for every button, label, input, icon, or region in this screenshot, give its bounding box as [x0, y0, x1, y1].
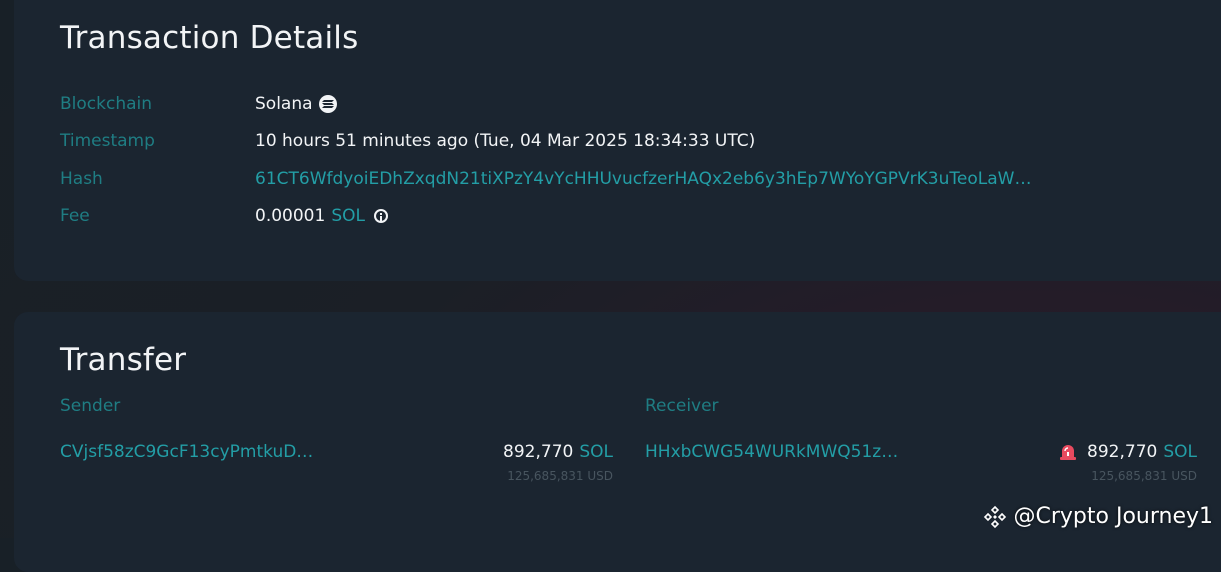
timestamp-value: 10 hours 51 minutes ago (Tue, 04 Mar 202…: [255, 131, 756, 151]
timestamp-label: Timestamp: [60, 131, 155, 151]
sender-amount: 892,770 SOL: [503, 442, 613, 462]
timestamp-row: Timestamp 10 hours 51 minutes ago (Tue, …: [60, 130, 1160, 152]
blockchain-value-wrap: Solana: [255, 93, 337, 115]
binance-logo-icon: [984, 505, 1007, 528]
alarm-siren-icon: [1059, 443, 1077, 461]
receiver-heading: Receiver: [645, 396, 719, 416]
page-title: Transaction Details: [60, 20, 359, 56]
sender-unit-link[interactable]: SOL: [579, 442, 613, 462]
fee-row: Fee 0.00001 SOL: [60, 205, 1160, 227]
transfer-card: Transfer Sender CVjsf58zC9GcF13cyPmtkuD……: [14, 312, 1221, 572]
transfer-title: Transfer: [60, 342, 187, 378]
blockchain-row: Blockchain Solana: [60, 93, 1160, 115]
receiver-usd-value: 125,685,831 USD: [1091, 469, 1197, 483]
blockchain-label: Blockchain: [60, 94, 153, 114]
fee-value-wrap: 0.00001 SOL: [255, 205, 388, 227]
hash-row: Hash 61CT6WfdyoiEDhZxqdN21tiXPzY4vYcHHUv…: [60, 168, 1160, 190]
fee-label: Fee: [60, 206, 90, 226]
receiver-address-link[interactable]: HHxbCWG54WURkMWQ51z…: [645, 442, 898, 462]
hash-label: Hash: [60, 169, 103, 189]
hash-value-wrap: 61CT6WfdyoiEDhZxqdN21tiXPzY4vYcHHUvucfze…: [255, 168, 1031, 190]
info-icon[interactable]: [373, 209, 388, 223]
sender-usd-value: 125,685,831 USD: [507, 469, 613, 483]
blockchain-value: Solana: [255, 94, 313, 114]
receiver-unit-link[interactable]: SOL: [1163, 442, 1197, 462]
transaction-details-card: Transaction Details Blockchain Solana Ti…: [14, 0, 1221, 281]
hash-link[interactable]: 61CT6WfdyoiEDhZxqdN21tiXPzY4vYcHHUvucfze…: [255, 168, 1031, 190]
watermark-text: @Crypto Journey1: [1013, 504, 1213, 529]
sender-amount-value: 892,770: [503, 442, 574, 462]
fee-value: 0.00001: [255, 206, 326, 226]
solana-icon: [318, 95, 337, 113]
fee-unit-link[interactable]: SOL: [331, 205, 365, 227]
watermark: @Crypto Journey1: [983, 504, 1213, 529]
sender-heading: Sender: [60, 396, 121, 416]
receiver-amount: 892,770 SOL: [1059, 442, 1197, 462]
sender-address-link[interactable]: CVjsf58zC9GcF13cyPmtkuD…: [60, 442, 313, 462]
receiver-amount-value: 892,770: [1087, 442, 1158, 462]
